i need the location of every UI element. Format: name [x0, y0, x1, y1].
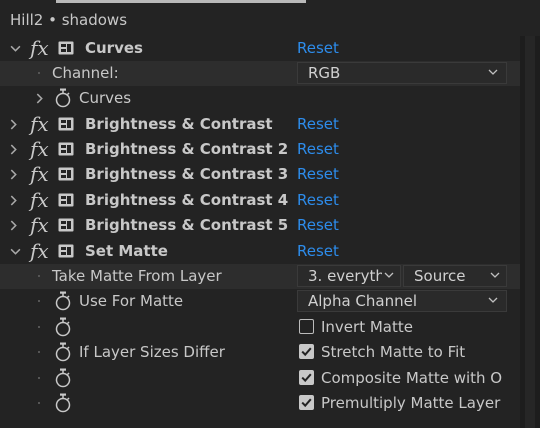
tree-dot: [38, 402, 40, 404]
effect-mask-icon: [58, 218, 74, 232]
effect-name: Brightness & Contrast 2: [85, 140, 289, 158]
property-row-premultiply: Premultiply Matte Layer: [0, 391, 520, 416]
stopwatch-icon[interactable]: [54, 291, 72, 311]
chevron-right-icon[interactable]: [8, 144, 19, 155]
effect-controls-panel: fx Curves Reset Channel: RGB Curves fx B…: [0, 36, 520, 428]
property-label: If Layer Sizes Differ: [79, 343, 225, 361]
tree-dot: [38, 72, 40, 74]
chevron-right-icon[interactable]: [8, 195, 19, 206]
effect-mask-icon: [58, 193, 74, 207]
chevron-right-icon[interactable]: [8, 169, 19, 180]
panel-tab-underline: [56, 0, 306, 3]
effect-mask-icon: [58, 41, 74, 55]
checkmark-icon: [299, 344, 314, 359]
dropdown-value: RGB: [308, 64, 341, 82]
checkmark-icon: [299, 370, 314, 385]
chevron-down-icon[interactable]: [10, 246, 21, 257]
checkmark-icon: [299, 395, 314, 410]
reset-link[interactable]: Reset: [297, 39, 339, 57]
stopwatch-icon[interactable]: [54, 317, 72, 337]
property-row-use-for-matte: Use For Matte Alpha Channel: [0, 289, 520, 314]
checkbox-label: Invert Matte: [321, 318, 413, 336]
composite-matte-checkbox[interactable]: [299, 370, 314, 385]
invert-matte-checkbox[interactable]: [299, 319, 314, 334]
effect-mask-icon: [58, 142, 74, 156]
effect-mask-icon: [58, 244, 74, 258]
property-label: Take Matte From Layer: [52, 267, 222, 285]
dropdown-value: 3. everyth: [308, 267, 382, 285]
property-row-curves[interactable]: Curves: [0, 86, 520, 111]
property-row-invert-matte: Invert Matte: [0, 315, 520, 340]
effect-mask-icon: [58, 117, 74, 131]
chevron-right-icon[interactable]: [8, 220, 19, 231]
channel-dropdown[interactable]: RGB: [297, 62, 507, 84]
dropdown-value: Alpha Channel: [308, 292, 417, 310]
reset-link[interactable]: Reset: [297, 140, 339, 158]
tree-dot: [38, 351, 40, 353]
reset-link[interactable]: Reset: [297, 191, 339, 209]
layer-dropdown[interactable]: 3. everyth: [297, 265, 401, 287]
chevron-down-icon[interactable]: [10, 43, 21, 54]
tree-dot: [38, 377, 40, 379]
reset-link[interactable]: Reset: [297, 242, 339, 260]
chevron-down-icon: [384, 270, 394, 280]
property-label: Use For Matte: [79, 292, 184, 310]
property-label: Channel:: [52, 64, 119, 82]
tree-dot: [38, 326, 40, 328]
stopwatch-icon[interactable]: [54, 342, 72, 362]
effect-name: Curves: [85, 39, 143, 57]
use-for-matte-dropdown[interactable]: Alpha Channel: [297, 290, 507, 312]
checkbox-label: Composite Matte with O: [321, 369, 503, 387]
fx-icon[interactable]: fx: [30, 162, 49, 186]
chevron-right-icon[interactable]: [8, 119, 19, 130]
reset-link[interactable]: Reset: [297, 165, 339, 183]
property-row-channel: Channel: RGB: [0, 61, 520, 86]
effect-name: Brightness & Contrast 5: [85, 216, 289, 234]
reset-link[interactable]: Reset: [297, 115, 339, 133]
tree-dot: [38, 275, 40, 277]
fx-icon[interactable]: fx: [30, 36, 49, 60]
checkbox-label: Premultiply Matte Layer: [321, 394, 501, 412]
effect-name: Set Matte: [85, 242, 168, 260]
property-row-take-matte: Take Matte From Layer 3. everyth Source: [0, 264, 520, 289]
chevron-down-icon: [488, 295, 498, 305]
effect-row-brightness-contrast-3[interactable]: fx Brightness & Contrast 3 Reset: [0, 162, 520, 187]
effect-name: Brightness & Contrast 4: [85, 191, 289, 209]
effect-row-brightness-contrast-5[interactable]: fx Brightness & Contrast 5 Reset: [0, 213, 520, 238]
effect-row-set-matte[interactable]: fx Set Matte Reset: [0, 239, 520, 264]
effect-name: Brightness & Contrast 3: [85, 165, 289, 183]
chevron-right-icon[interactable]: [34, 93, 45, 104]
chevron-down-icon: [490, 270, 500, 280]
stopwatch-icon[interactable]: [54, 393, 72, 413]
fx-icon[interactable]: fx: [30, 213, 49, 237]
tree-dot: [38, 300, 40, 302]
dropdown-value: Source: [414, 267, 466, 285]
stopwatch-icon[interactable]: [54, 88, 72, 108]
panel-top-edge: [0, 0, 540, 10]
effect-row-brightness-contrast-4[interactable]: fx Brightness & Contrast 4 Reset: [0, 188, 520, 213]
stretch-matte-checkbox[interactable]: [299, 344, 314, 359]
reset-link[interactable]: Reset: [297, 216, 339, 234]
effect-name: Brightness & Contrast: [85, 115, 273, 133]
property-row-layer-sizes: If Layer Sizes Differ Stretch Matte to F…: [0, 340, 520, 365]
fx-icon[interactable]: fx: [30, 137, 49, 161]
fx-icon[interactable]: fx: [30, 239, 49, 263]
stopwatch-icon[interactable]: [54, 368, 72, 388]
premultiply-checkbox[interactable]: [299, 395, 314, 410]
property-row-composite-matte: Composite Matte with O: [0, 366, 520, 391]
chevron-down-icon: [488, 67, 498, 77]
effect-row-brightness-contrast-2[interactable]: fx Brightness & Contrast 2 Reset: [0, 137, 520, 162]
fx-icon[interactable]: fx: [30, 188, 49, 212]
effect-row-brightness-contrast[interactable]: fx Brightness & Contrast Reset: [0, 112, 520, 137]
layer-source-dropdown[interactable]: Source: [403, 265, 507, 287]
checkbox-label: Stretch Matte to Fit: [321, 343, 466, 361]
fx-icon[interactable]: fx: [30, 112, 49, 136]
effect-row-curves[interactable]: fx Curves Reset: [0, 36, 520, 61]
scrollbar-thumb[interactable]: [525, 36, 535, 428]
effect-mask-icon: [58, 167, 74, 181]
panel-title: Hill2 • shadows: [10, 11, 128, 29]
property-label: Curves: [79, 89, 132, 107]
